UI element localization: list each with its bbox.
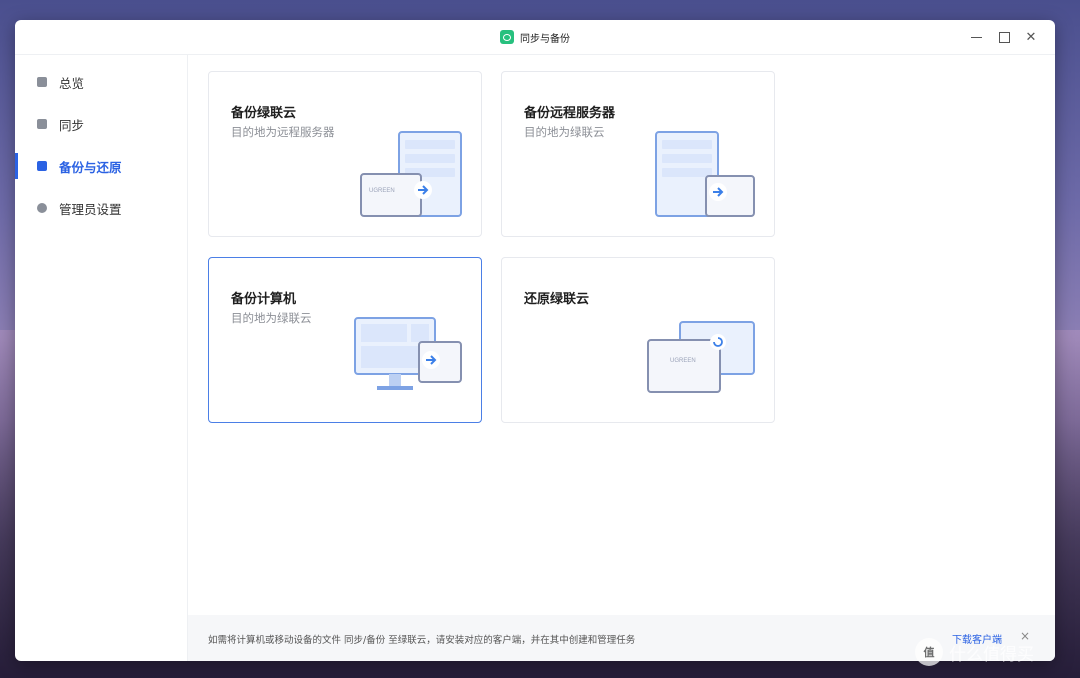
gear-icon [37, 203, 47, 213]
computer-to-nas-illustration [354, 317, 462, 390]
sidebar-item-backup-restore[interactable]: 备份与还原 [15, 151, 187, 181]
window-title-text: 同步与备份 [520, 33, 570, 45]
maximize-button[interactable] [995, 28, 1013, 46]
card-backup-nas[interactable]: 备份绿联云 目的地为远程服务器 UGREEN [208, 71, 482, 237]
sidebar: 总览 同步 备份与还原 管理员设置 [15, 55, 188, 661]
watermark-badge: 值 [915, 638, 943, 666]
restore-illustration: UGREEN [647, 321, 755, 393]
card-backup-remote-server[interactable]: 备份远程服务器 目的地为绿联云 [501, 71, 775, 237]
card-backup-computer[interactable]: 备份计算机 目的地为绿联云 [208, 257, 482, 423]
watermark-text: 什么值得买 [949, 644, 1034, 665]
sidebar-item-label: 备份与还原 [59, 159, 122, 175]
card-title: 还原绿联云 [524, 292, 590, 307]
sync-icon [37, 119, 47, 129]
sidebar-item-sync[interactable]: 同步 [15, 109, 187, 139]
overview-icon [37, 77, 47, 87]
card-subtitle: 目的地为绿联云 [524, 125, 605, 139]
server-to-nas-illustration [655, 131, 755, 217]
nas-to-server-illustration: UGREEN [360, 131, 462, 217]
ugreen-label: UGREEN [670, 358, 696, 364]
sidebar-item-admin-settings[interactable]: 管理员设置 [15, 193, 187, 223]
card-subtitle: 目的地为远程服务器 [231, 125, 335, 139]
window-title: 同步与备份 [15, 20, 1055, 54]
card-title: 备份计算机 [231, 292, 297, 307]
card-title: 备份绿联云 [231, 106, 297, 121]
main-content: 备份绿联云 目的地为远程服务器 UGREEN 备份远程服务器 目的地为绿联云 备… [188, 55, 1055, 615]
sidebar-item-label: 同步 [59, 117, 85, 133]
backup-icon [37, 161, 47, 171]
sidebar-item-label: 总览 [59, 75, 85, 91]
minimize-button[interactable] [967, 28, 985, 46]
close-button[interactable]: ✕ [1022, 28, 1040, 46]
card-title: 备份远程服务器 [524, 106, 616, 121]
footer-message: 如需将计算机或移动设备的文件 同步/备份 至绿联云，请安装对应的客户端，并在其中… [208, 635, 636, 646]
ugreen-label: UGREEN [369, 188, 395, 194]
title-bar: 同步与备份 ✕ [15, 20, 1055, 55]
sidebar-item-label: 管理员设置 [59, 201, 122, 217]
card-restore-nas[interactable]: 还原绿联云 UGREEN [501, 257, 775, 423]
sidebar-item-overview[interactable]: 总览 [15, 67, 187, 97]
app-window: 同步与备份 ✕ 总览 同步 备份与还原 管理员设置 备份绿联云 目的地为远程服务… [15, 20, 1055, 661]
watermark: 值 什么值得买 [915, 636, 1065, 668]
card-subtitle: 目的地为绿联云 [231, 311, 312, 325]
sync-app-icon [500, 30, 514, 44]
